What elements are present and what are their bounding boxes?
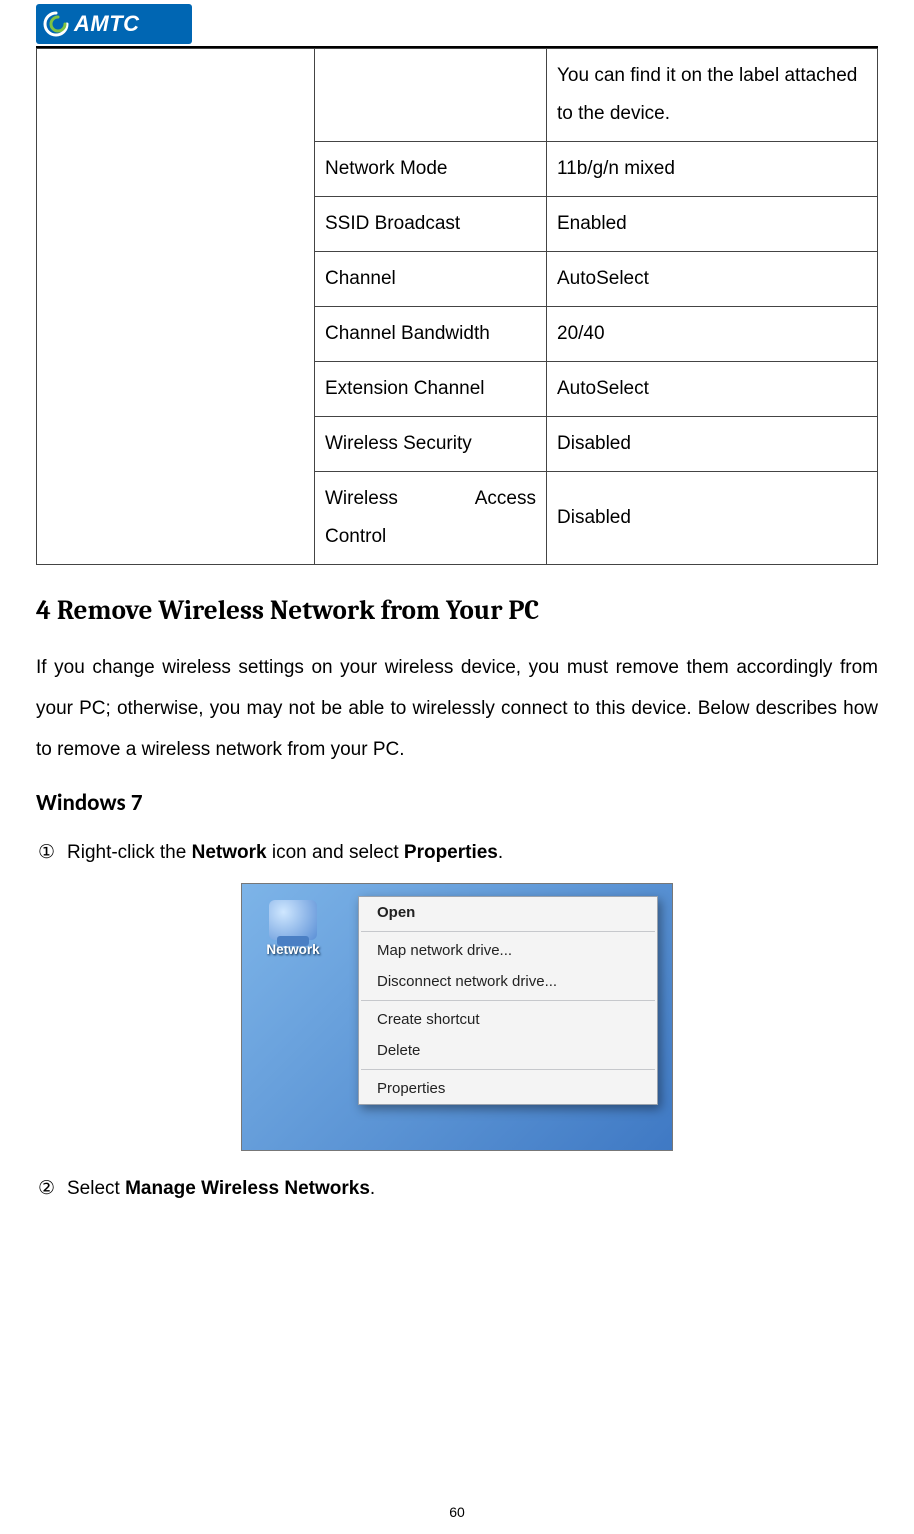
setting-label: Extension Channel (315, 362, 547, 417)
step-text: icon and select (267, 842, 404, 863)
step-bold: Manage Wireless Networks (125, 1178, 370, 1199)
menu-item-disconnect-drive[interactable]: Disconnect network drive... (359, 966, 657, 997)
setting-label: Wireless Security (315, 417, 547, 472)
setting-label: SSID Broadcast (315, 197, 547, 252)
spacer-cell (37, 49, 315, 565)
setting-value: Disabled (547, 472, 878, 565)
step-text: Select (67, 1178, 125, 1199)
note-value-cell: You can find it on the label attached to… (547, 49, 878, 142)
setting-label-part: Access (475, 480, 536, 518)
menu-item-delete[interactable]: Delete (359, 1035, 657, 1066)
menu-item-create-shortcut[interactable]: Create shortcut (359, 1004, 657, 1035)
setting-value: 11b/g/n mixed (547, 142, 878, 197)
step-2: ② Select Manage Wireless Networks. (36, 1173, 878, 1205)
page-number: 60 (0, 1504, 914, 1520)
settings-table: You can find it on the label attached to… (36, 48, 878, 565)
menu-item-map-drive[interactable]: Map network drive... (359, 935, 657, 966)
menu-item-open[interactable]: Open (359, 897, 657, 928)
step-bold: Properties (404, 842, 498, 863)
menu-separator (361, 1069, 655, 1070)
menu-item-properties[interactable]: Properties (359, 1073, 657, 1104)
section-heading: 4 Remove Wireless Network from Your PC (36, 595, 878, 626)
swirl-icon (42, 10, 70, 38)
step-text: Right-click the (67, 842, 192, 863)
step-bold: Network (192, 842, 267, 863)
subsection-heading: Windows 7 (36, 789, 878, 817)
context-menu: Open Map network drive... Disconnect net… (358, 896, 658, 1105)
step-1: ① Right-click the Network icon and select… (36, 837, 878, 869)
setting-label: Network Mode (315, 142, 547, 197)
setting-value: Disabled (547, 417, 878, 472)
setting-value: 20/40 (547, 307, 878, 362)
note-label-cell (315, 49, 547, 142)
desktop-network-icon[interactable]: Network (258, 900, 328, 957)
step-text: . (370, 1178, 375, 1199)
setting-label: Channel (315, 252, 547, 307)
setting-value: AutoSelect (547, 362, 878, 417)
brand-name: AMTC (74, 11, 140, 37)
screenshot-network-context-menu: Network Open Map network drive... Discon… (241, 883, 673, 1151)
step-text: . (498, 842, 503, 863)
menu-separator (361, 931, 655, 932)
page: AMTC You can find it on the label attach… (0, 0, 914, 1534)
setting-label-part: Wireless (325, 480, 398, 518)
setting-value: Enabled (547, 197, 878, 252)
setting-label-part: Control (325, 518, 536, 556)
setting-label: Channel Bandwidth (315, 307, 547, 362)
setting-value: AutoSelect (547, 252, 878, 307)
header-bar: AMTC (36, 0, 878, 46)
network-icon (269, 900, 317, 940)
step-number: ① (36, 837, 57, 869)
brand-logo: AMTC (36, 4, 192, 44)
table-row: You can find it on the label attached to… (37, 49, 878, 142)
setting-label: Wireless Access Control (315, 472, 547, 565)
step-number: ② (36, 1173, 57, 1205)
menu-separator (361, 1000, 655, 1001)
section-body: If you change wireless settings on your … (36, 648, 878, 771)
